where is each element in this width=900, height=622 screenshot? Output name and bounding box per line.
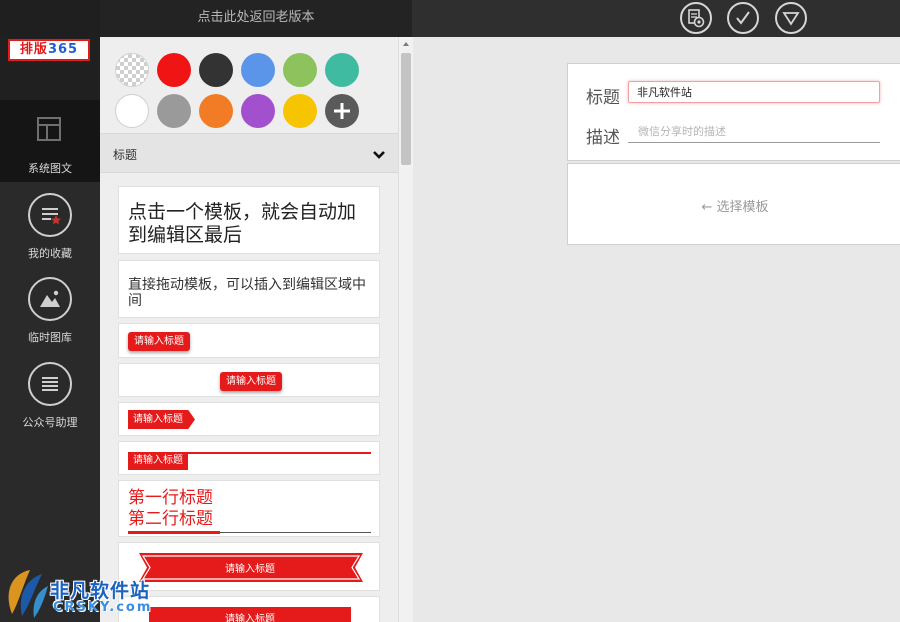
image-settings-button[interactable] xyxy=(680,2,712,34)
desc-label: 描述 xyxy=(586,128,620,148)
section-title: 标题 xyxy=(113,148,138,162)
plus-icon xyxy=(334,103,350,119)
template-item[interactable]: 第一行标题 第二行标题 xyxy=(118,480,380,537)
template-underline-accent xyxy=(128,531,220,534)
dropdown-button[interactable] xyxy=(775,2,807,34)
choose-template-hint: ← 选择模板 xyxy=(701,200,769,215)
left-nav: 排版365 系统图文 我的收藏 临时图库 公众号助理 xyxy=(0,37,100,622)
template-tag-text: 请输入标题 xyxy=(225,614,275,622)
template-item[interactable]: 请输入标题 xyxy=(118,441,380,475)
top-bar: 点击此处返回老版本 xyxy=(0,0,900,37)
confirm-button[interactable] xyxy=(727,2,759,34)
chevron-down-icon[interactable] xyxy=(372,146,386,165)
image-settings-icon xyxy=(688,9,705,28)
down-triangle-icon xyxy=(782,12,800,26)
check-icon xyxy=(736,11,750,25)
color-swatch-transparent[interactable] xyxy=(115,53,149,87)
top-left-corner xyxy=(0,0,100,37)
template-second-line: 第二行标题 xyxy=(128,509,213,529)
color-swatch-yellow[interactable] xyxy=(283,94,317,128)
color-swatch-black[interactable] xyxy=(199,53,233,87)
nav-item-my-favorites[interactable]: 我的收藏 xyxy=(0,185,100,267)
color-swatch-gray[interactable] xyxy=(157,94,191,128)
list-icon xyxy=(28,362,72,406)
template-tag: 请输入标题 xyxy=(128,452,188,470)
template-item[interactable]: 请输入标题 xyxy=(118,542,380,591)
title-input[interactable] xyxy=(628,81,880,103)
logo-text-b: 365 xyxy=(47,42,79,57)
template-tag-text: 请输入标题 xyxy=(225,564,275,575)
description-input[interactable] xyxy=(628,121,880,143)
nav-item-temp-gallery[interactable]: 临时图库 xyxy=(0,269,100,351)
color-swatch-teal[interactable] xyxy=(325,53,359,87)
scroll-up-arrow[interactable] xyxy=(403,42,409,46)
scroll-thumb[interactable] xyxy=(401,53,411,165)
nav-item-system-templates[interactable]: 系统图文 xyxy=(0,100,100,182)
title-label: 标题 xyxy=(586,88,620,108)
color-swatch-blue[interactable] xyxy=(241,53,275,87)
gallery-icon xyxy=(28,277,72,321)
logo: 排版365 xyxy=(8,39,90,61)
template-tag: 请输入标题 xyxy=(128,332,190,351)
nav-item-account-assistant[interactable]: 公众号助理 xyxy=(0,354,100,436)
template-tag-text: 请输入标题 xyxy=(133,414,183,425)
color-swatch-white[interactable] xyxy=(115,94,149,128)
template-item[interactable]: 请输入标题 xyxy=(118,363,380,397)
section-header[interactable]: 标题 xyxy=(100,133,398,173)
template-text: 点击一个模板，就会自动加到编辑区最后 xyxy=(128,201,357,246)
template-panel: 标题 点击一个模板，就会自动加到编辑区最后 直接拖动模板，可以插入到编辑区域中间… xyxy=(100,37,398,622)
color-swatch-purple[interactable] xyxy=(241,94,275,128)
add-color-button[interactable] xyxy=(325,94,359,128)
template-item[interactable]: 请输入标题 xyxy=(118,402,380,436)
logo-text-a: 排版 xyxy=(19,42,48,57)
template-arrow-tag: 请输入标题 xyxy=(128,410,195,429)
color-swatch-green[interactable] xyxy=(283,53,317,87)
template-item[interactable]: 点击一个模板，就会自动加到编辑区最后 xyxy=(118,186,380,254)
editor-area: 标题 描述 ← 选择模板 xyxy=(413,37,900,622)
content-card[interactable]: ← 选择模板 xyxy=(567,163,900,245)
logo-area: 排版365 xyxy=(0,37,100,100)
nav-label: 公众号助理 xyxy=(22,416,78,429)
old-version-link[interactable]: 点击此处返回老版本 xyxy=(100,0,412,37)
template-text: 直接拖动模板，可以插入到编辑区域中间 xyxy=(128,277,366,309)
template-item[interactable]: 直接拖动模板，可以插入到编辑区域中间 xyxy=(118,260,380,318)
favorites-icon xyxy=(28,193,72,237)
color-swatch-red[interactable] xyxy=(157,53,191,87)
nav-label: 系统图文 xyxy=(28,162,72,175)
template-underline xyxy=(220,532,371,533)
nav-label: 我的收藏 xyxy=(28,247,72,260)
article-meta-card: 标题 描述 xyxy=(567,63,900,161)
template-first-line: 第一行标题 xyxy=(128,488,213,508)
color-swatch-orange[interactable] xyxy=(199,94,233,128)
template-item[interactable]: 请输入标题 xyxy=(118,323,380,358)
panel-scrollbar[interactable] xyxy=(398,37,413,622)
template-item[interactable]: 请输入标题 xyxy=(118,596,380,622)
template-tag: 请输入标题 xyxy=(220,372,282,391)
layout-icon xyxy=(34,114,64,148)
nav-label: 临时图库 xyxy=(28,331,72,344)
